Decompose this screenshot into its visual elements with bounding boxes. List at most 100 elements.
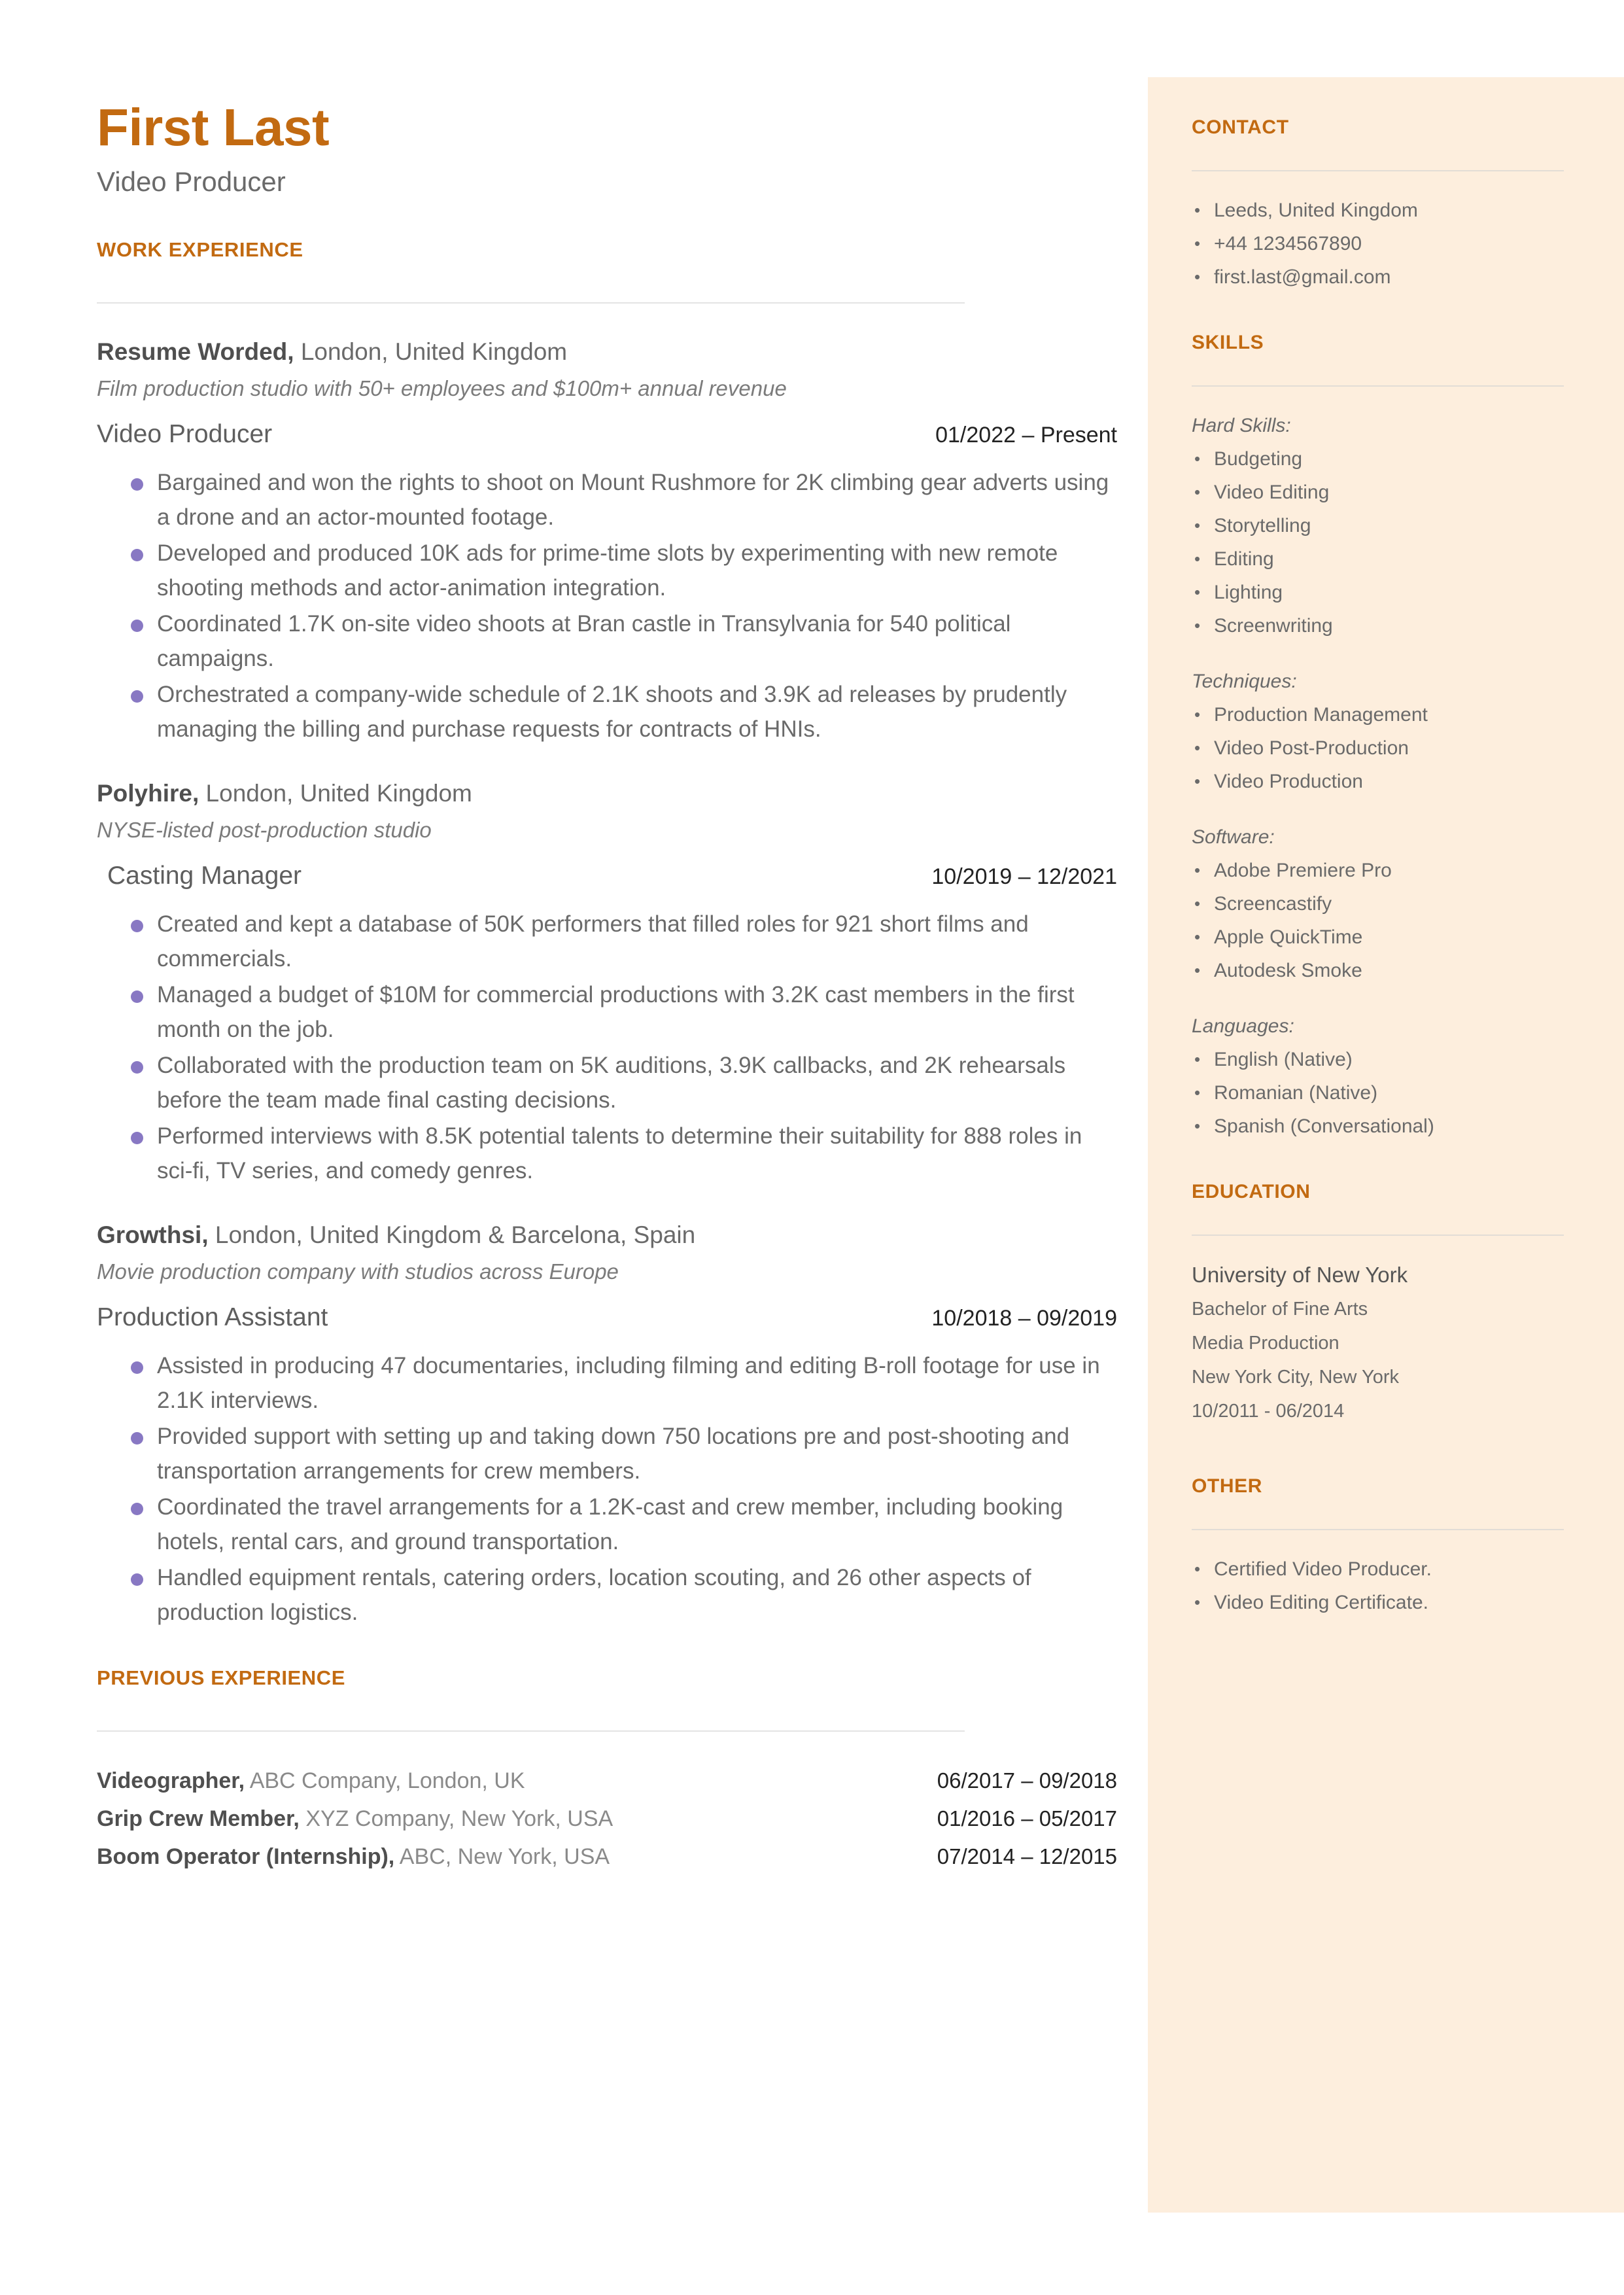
list-item: Spanish (Conversational)	[1192, 1110, 1564, 1143]
job-bullets: Assisted in producing 47 documentaries, …	[97, 1348, 1117, 1630]
page-title: First Last	[97, 98, 330, 156]
job-company-location: London, United Kingdom & Barcelona, Spai…	[208, 1221, 696, 1248]
divider-previous-experience	[97, 1730, 965, 1732]
sidebar-panel: CONTACT Leeds, United Kingdom +44 123456…	[1148, 77, 1624, 2213]
list-item: Video Post-Production	[1192, 731, 1564, 765]
list-item: Collaborated with the production team on…	[97, 1048, 1117, 1117]
list-item: Handled equipment rentals, catering orde…	[97, 1560, 1117, 1630]
list-item: Autodesk Smoke	[1192, 954, 1564, 987]
list-item: Video Editing	[1192, 476, 1564, 509]
job-company-name: Polyhire,	[97, 780, 199, 807]
divider-education	[1192, 1235, 1564, 1236]
list-item: Production Management	[1192, 698, 1564, 731]
section-heading-previous-experience: PREVIOUS EXPERIENCE	[97, 1666, 346, 1689]
list-item: Created and kept a database of 50K perfo…	[97, 907, 1117, 976]
list-item: Performed interviews with 8.5K potential…	[97, 1119, 1117, 1188]
list-item: Orchestrated a company-wide schedule of …	[97, 677, 1117, 746]
header-subtitle: Video Producer	[97, 166, 286, 197]
list-item: Budgeting	[1192, 442, 1564, 476]
job-entry: Resume Worded, London, United Kingdom Fi…	[97, 334, 1117, 746]
section-heading-work-experience: WORK EXPERIENCE	[97, 238, 303, 261]
skills-group-label-hard: Hard Skills:	[1192, 415, 1291, 436]
job-company-description: Movie production company with studios ac…	[97, 1259, 619, 1284]
list-item: Storytelling	[1192, 509, 1564, 542]
divider-work-experience	[97, 302, 965, 304]
previous-role-detail: ABC, New York, USA	[394, 1844, 610, 1869]
list-item: Developed and produced 10K ads for prime…	[97, 536, 1117, 605]
skills-group-label-techniques: Techniques:	[1192, 671, 1297, 692]
list-item: Editing	[1192, 542, 1564, 576]
list-item: Video Production	[1192, 765, 1564, 798]
job-role-title: Casting Manager	[107, 862, 302, 890]
job-role-row: Casting Manager 10/2019 – 12/2021	[97, 859, 1117, 894]
previous-role-title: Videographer,	[97, 1768, 245, 1793]
skills-list-hard: Budgeting Video Editing Storytelling Edi…	[1192, 442, 1564, 642]
list-item: Managed a budget of $10M for commercial …	[97, 977, 1117, 1047]
previous-role-detail: ABC Company, London, UK	[245, 1768, 525, 1793]
job-company-location: London, United Kingdom	[199, 780, 472, 807]
divider-other	[1192, 1529, 1564, 1530]
list-item: Lighting	[1192, 576, 1564, 609]
previous-experience-row: Boom Operator (Internship), ABC, New Yor…	[97, 1838, 1117, 1876]
education-degree: Bachelor of Fine Arts	[1192, 1299, 1368, 1320]
skills-list-techniques: Production Management Video Post-Product…	[1192, 698, 1564, 798]
job-role-title: Production Assistant	[97, 1303, 328, 1331]
list-item: Adobe Premiere Pro	[1192, 854, 1564, 887]
job-role-row: Production Assistant 10/2018 – 09/2019	[97, 1301, 1117, 1335]
job-date-range: 10/2019 – 12/2021	[931, 864, 1117, 889]
previous-experience-row: Videographer, ABC Company, London, UK 06…	[97, 1762, 1117, 1800]
skills-list-languages: English (Native) Romanian (Native) Spani…	[1192, 1043, 1564, 1143]
sidebar-heading-education: EDUCATION	[1192, 1181, 1311, 1202]
job-company-description: Film production studio with 50+ employee…	[97, 376, 787, 400]
list-item: Provided support with setting up and tak…	[97, 1419, 1117, 1488]
list-item: Assisted in producing 47 documentaries, …	[97, 1348, 1117, 1418]
skills-group-label-languages: Languages:	[1192, 1015, 1294, 1037]
list-item: English (Native)	[1192, 1043, 1564, 1076]
job-company-line: Resume Worded, London, United Kingdom	[97, 334, 1117, 370]
sidebar-heading-contact: CONTACT	[1192, 116, 1289, 138]
job-company-line: Growthsi, London, United Kingdom & Barce…	[97, 1217, 1117, 1253]
job-company-line: Polyhire, London, United Kingdom	[97, 775, 1117, 812]
job-date-range: 10/2018 – 09/2019	[931, 1306, 1117, 1331]
job-company-description: NYSE-listed post-production studio	[97, 818, 432, 842]
list-item: Coordinated 1.7K on-site video shoots at…	[97, 606, 1117, 676]
job-date-range: 01/2022 – Present	[935, 423, 1117, 447]
list-item: Screenwriting	[1192, 609, 1564, 642]
sidebar-heading-skills: SKILLS	[1192, 332, 1264, 353]
job-company-name: Growthsi,	[97, 1221, 209, 1248]
job-entry: Polyhire, London, United Kingdom NYSE-li…	[97, 775, 1117, 1188]
list-item: Video Editing Certificate.	[1192, 1586, 1564, 1619]
previous-role-date: 01/2016 – 05/2017	[937, 1806, 1117, 1831]
list-item: Apple QuickTime	[1192, 920, 1564, 954]
divider-contact	[1192, 170, 1564, 171]
other-list: Certified Video Producer. Video Editing …	[1192, 1552, 1564, 1619]
previous-role-title: Grip Crew Member,	[97, 1806, 300, 1831]
main-column: First Last Video Producer WORK EXPERIENC…	[97, 98, 1117, 1876]
list-item: Bargained and won the rights to shoot on…	[97, 465, 1117, 534]
education-dates: 10/2011 - 06/2014	[1192, 1401, 1345, 1422]
contact-item-email[interactable]: first.last@gmail.com	[1192, 260, 1564, 294]
previous-role-title: Boom Operator (Internship),	[97, 1844, 395, 1869]
list-item: Romanian (Native)	[1192, 1076, 1564, 1110]
sidebar-heading-other: OTHER	[1192, 1475, 1262, 1497]
job-role-row: Video Producer 01/2022 – Present	[97, 417, 1117, 452]
contact-item-phone: +44 1234567890	[1192, 227, 1564, 260]
job-company-location: London, United Kingdom	[294, 338, 568, 365]
resume-page: CONTACT Leeds, United Kingdom +44 123456…	[0, 0, 1624, 2295]
previous-role-detail: XYZ Company, New York, USA	[299, 1806, 613, 1831]
skills-group-label-software: Software:	[1192, 826, 1275, 848]
job-bullets: Created and kept a database of 50K perfo…	[97, 907, 1117, 1188]
skills-list-software: Adobe Premiere Pro Screencastify Apple Q…	[1192, 854, 1564, 987]
education-school: University of New York	[1192, 1263, 1408, 1287]
education-field: Media Production	[1192, 1333, 1339, 1354]
previous-role-date: 07/2014 – 12/2015	[937, 1844, 1117, 1868]
education-location: New York City, New York	[1192, 1367, 1399, 1388]
list-item: Coordinated the travel arrangements for …	[97, 1490, 1117, 1559]
previous-role-date: 06/2017 – 09/2018	[937, 1768, 1117, 1793]
contact-item-location: Leeds, United Kingdom	[1192, 194, 1564, 227]
job-company-name: Resume Worded,	[97, 338, 294, 365]
job-entry: Growthsi, London, United Kingdom & Barce…	[97, 1217, 1117, 1630]
contact-list: Leeds, United Kingdom +44 1234567890 fir…	[1192, 194, 1564, 294]
divider-skills	[1192, 385, 1564, 387]
list-item: Certified Video Producer.	[1192, 1552, 1564, 1586]
